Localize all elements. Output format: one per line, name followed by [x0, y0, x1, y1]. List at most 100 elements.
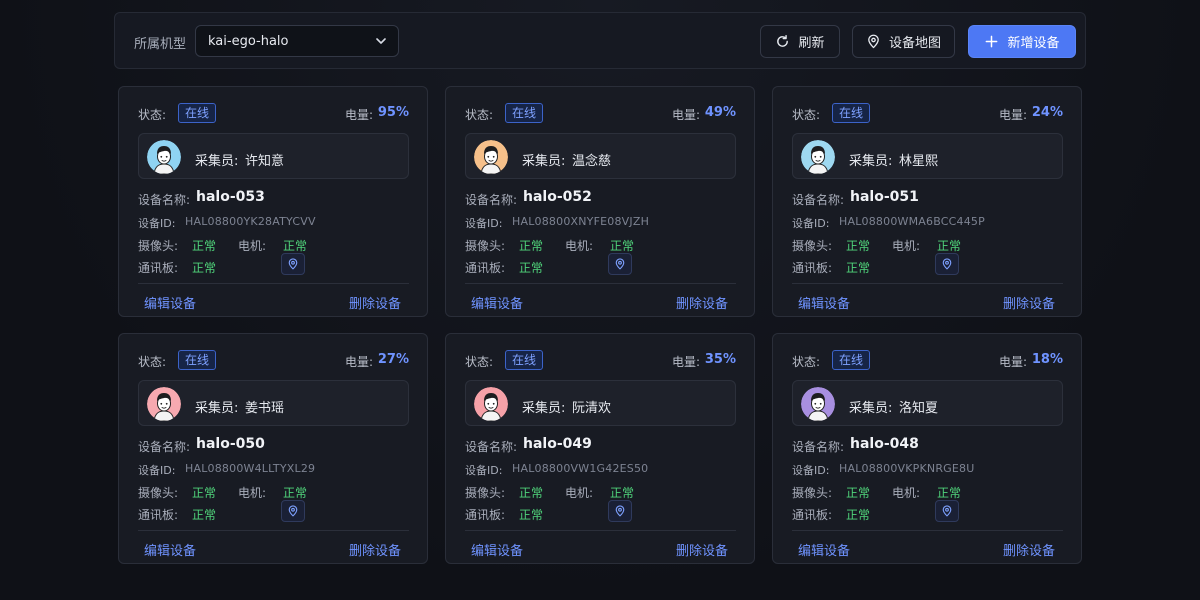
locate-device-button[interactable]	[935, 500, 959, 522]
status-row: 状态: 在线 电量: 95%	[138, 103, 409, 123]
edit-device-button[interactable]: 编辑设备	[144, 540, 196, 559]
edit-device-button[interactable]: 编辑设备	[798, 293, 850, 312]
locate-device-button[interactable]	[608, 253, 632, 275]
collector-label: 采集员:	[195, 154, 239, 169]
device-card: 状态: 在线 电量: 24% 采集员: 林星熙 设备名称: halo-051 设…	[772, 86, 1082, 317]
card-divider	[465, 283, 736, 284]
motor-label: 电机:	[238, 239, 267, 253]
collector-name: 温念慈	[572, 154, 612, 169]
device-name-label: 设备名称:	[138, 440, 191, 454]
device-name-label: 设备名称:	[138, 193, 191, 207]
battery-label: 电量:	[998, 108, 1027, 122]
location-pin-icon	[288, 258, 298, 270]
status-label: 状态:	[138, 355, 167, 369]
status-row: 状态: 在线 电量: 27%	[138, 350, 409, 370]
model-select-value: kai-ego-halo	[208, 33, 289, 49]
refresh-icon	[777, 34, 789, 47]
status-badge: 在线	[178, 103, 217, 123]
motor-status: 正常	[610, 239, 635, 253]
locate-device-button[interactable]	[935, 253, 959, 275]
motor-status: 正常	[283, 486, 308, 500]
comm-board-status: 正常	[192, 261, 217, 275]
avatar	[474, 387, 508, 421]
model-select[interactable]: kai-ego-halo	[195, 25, 399, 57]
device-management-page: 所属机型 kai-ego-halo 刷新 设备地图 新增设备 状态: 在线 电量…	[0, 0, 1200, 600]
collector-panel: 采集员: 温念慈	[465, 133, 736, 179]
card-divider	[138, 530, 409, 531]
delete-device-button[interactable]: 删除设备	[676, 540, 728, 559]
delete-device-button[interactable]: 删除设备	[676, 293, 728, 312]
device-id-label: 设备ID:	[138, 464, 176, 477]
device-id-label: 设备ID:	[465, 217, 503, 230]
motor-status: 正常	[283, 239, 308, 253]
camera-status: 正常	[846, 239, 871, 253]
motor-label: 电机:	[565, 239, 594, 253]
plus-icon	[986, 35, 998, 48]
battery-value: 95%	[377, 105, 409, 120]
comm-board-label: 通讯板:	[792, 261, 833, 275]
device-id: HAL08800VW1G42ES50	[512, 462, 649, 475]
camera-label: 摄像头:	[465, 486, 506, 500]
collector-label: 采集员:	[522, 154, 566, 169]
card-divider	[138, 283, 409, 284]
collector-label: 采集员:	[849, 401, 893, 416]
device-name: halo-051	[850, 189, 919, 205]
camera-label: 摄像头:	[792, 239, 833, 253]
status-label: 状态:	[792, 355, 821, 369]
device-name: halo-050	[196, 436, 265, 452]
locate-device-button[interactable]	[608, 500, 632, 522]
comm-board-label: 通讯板:	[138, 261, 179, 275]
delete-device-button[interactable]: 删除设备	[349, 540, 401, 559]
device-name-label: 设备名称:	[465, 193, 518, 207]
camera-label: 摄像头:	[465, 239, 506, 253]
camera-status: 正常	[519, 239, 544, 253]
device-id-label: 设备ID:	[138, 217, 176, 230]
motor-status: 正常	[937, 486, 962, 500]
comm-board-status: 正常	[192, 508, 217, 522]
battery-value: 35%	[704, 352, 736, 367]
locate-device-button[interactable]	[281, 253, 305, 275]
device-id: HAL08800WMA6BCC445P	[839, 215, 985, 228]
delete-device-button[interactable]: 删除设备	[1003, 293, 1055, 312]
battery-value: 49%	[704, 105, 736, 120]
camera-label: 摄像头:	[138, 239, 179, 253]
avatar	[147, 140, 181, 174]
device-name: halo-049	[523, 436, 592, 452]
device-map-button[interactable]: 设备地图	[852, 25, 955, 58]
comm-board-label: 通讯板:	[465, 261, 506, 275]
battery-value: 27%	[377, 352, 409, 367]
edit-device-button[interactable]: 编辑设备	[144, 293, 196, 312]
avatar	[147, 387, 181, 421]
battery-label: 电量:	[671, 355, 700, 369]
device-id-label: 设备ID:	[792, 464, 830, 477]
status-label: 状态:	[792, 108, 821, 122]
collector-name: 洛知夏	[899, 401, 939, 416]
refresh-button[interactable]: 刷新	[760, 25, 840, 58]
battery-label: 电量:	[344, 108, 373, 122]
device-id: HAL08800VKPKNRGE8U	[839, 462, 975, 475]
motor-status: 正常	[937, 239, 962, 253]
battery-label: 电量:	[671, 108, 700, 122]
camera-status: 正常	[519, 486, 544, 500]
device-name-label: 设备名称:	[792, 193, 845, 207]
card-divider	[792, 530, 1063, 531]
comm-board-status: 正常	[846, 508, 871, 522]
edit-device-button[interactable]: 编辑设备	[471, 540, 523, 559]
locate-device-button[interactable]	[281, 500, 305, 522]
location-pin-icon	[942, 505, 952, 517]
collector-name: 姜书瑶	[245, 401, 285, 416]
device-card: 状态: 在线 电量: 49% 采集员: 温念慈 设备名称: halo-052 设…	[445, 86, 755, 317]
device-id: HAL08800XNYFE08VJZH	[512, 215, 650, 228]
motor-label: 电机:	[892, 486, 921, 500]
device-id: HAL08800YK28ATYCVV	[185, 215, 316, 228]
edit-device-button[interactable]: 编辑设备	[471, 293, 523, 312]
comm-board-label: 通讯板:	[792, 508, 833, 522]
status-badge: 在线	[832, 103, 871, 123]
device-name: halo-053	[196, 189, 265, 205]
edit-device-button[interactable]: 编辑设备	[798, 540, 850, 559]
add-device-button[interactable]: 新增设备	[968, 25, 1076, 58]
location-pin-icon	[615, 258, 625, 270]
comm-board-status: 正常	[519, 261, 544, 275]
delete-device-button[interactable]: 删除设备	[1003, 540, 1055, 559]
delete-device-button[interactable]: 删除设备	[349, 293, 401, 312]
